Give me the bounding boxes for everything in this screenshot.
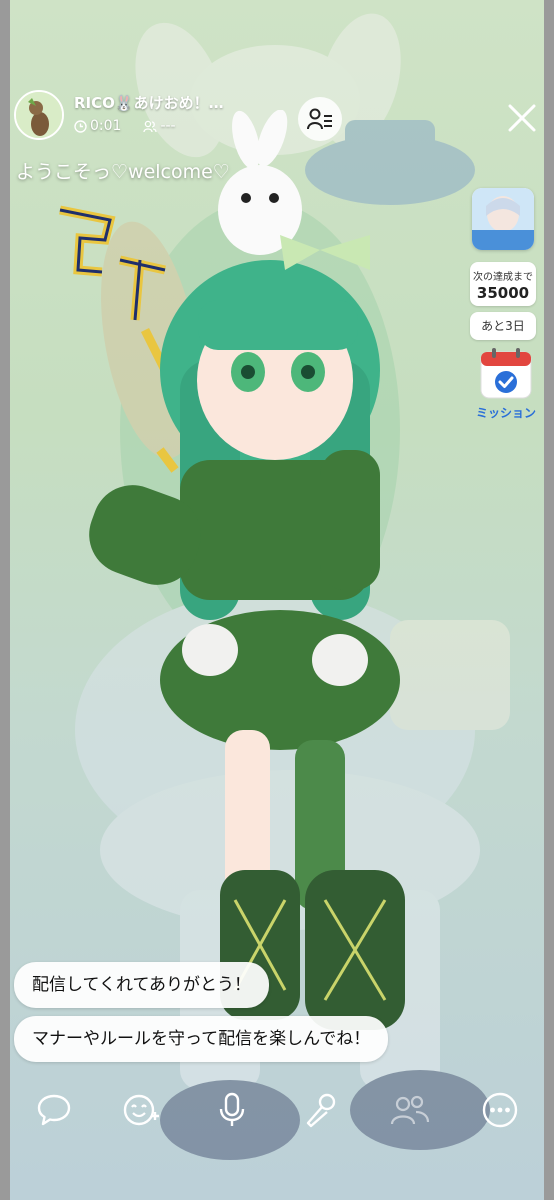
screen-border <box>0 0 554 1200</box>
live-stream-screen: RICO🐰あけおめ！… 0:01 --- ようこそっ♡welcome♡ 次の達成… <box>0 0 554 1200</box>
